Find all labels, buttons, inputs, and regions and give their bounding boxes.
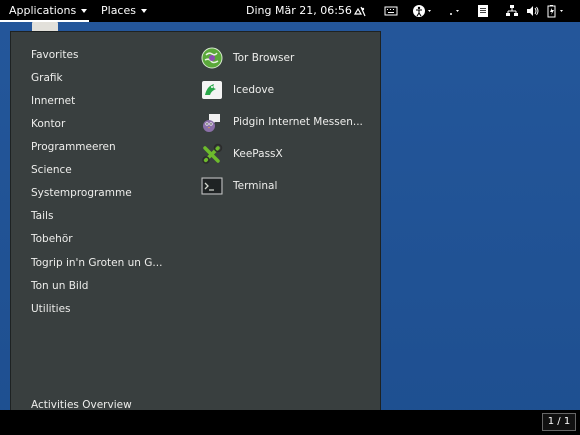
keyboard-icon[interactable] bbox=[384, 4, 398, 18]
app-terminal[interactable]: Terminal bbox=[201, 174, 277, 198]
network-icon[interactable] bbox=[505, 4, 519, 18]
tor-onion-icon[interactable] bbox=[353, 4, 367, 18]
applications-label: Applications bbox=[9, 4, 77, 17]
desktop-screen: Applications Places Ding Mär 21, 06:56 F… bbox=[0, 0, 580, 435]
battery-icon[interactable] bbox=[546, 4, 568, 18]
workspace-label: 1 / 1 bbox=[547, 416, 571, 427]
category-kontor[interactable]: Kontor bbox=[31, 118, 65, 130]
category-ton-un-bild[interactable]: Ton un Bild bbox=[31, 280, 88, 292]
category-utilities[interactable]: Utilities bbox=[31, 303, 71, 315]
keepassx-icon bbox=[201, 143, 223, 165]
app-label-pidgin: Pidgin Internet Messen... bbox=[233, 116, 363, 128]
app-label-tor-browser: Tor Browser bbox=[233, 52, 295, 64]
tor-browser-icon bbox=[201, 47, 223, 69]
category-tobehoer[interactable]: Tobehör bbox=[31, 233, 73, 245]
clock-label: Ding Mär 21, 06:56 bbox=[246, 4, 352, 17]
applications-menu-button[interactable]: Applications bbox=[0, 0, 89, 22]
app-tor-browser[interactable]: Tor Browser bbox=[201, 46, 294, 70]
app-label-keepassx: KeePassX bbox=[233, 148, 283, 160]
accessibility-icon[interactable] bbox=[412, 4, 434, 18]
app-pidgin[interactable]: Pidgin Internet Messen... bbox=[201, 110, 363, 134]
places-label: Places bbox=[101, 4, 136, 17]
clipboard-icon[interactable] bbox=[476, 4, 490, 18]
bottom-panel: 1 / 1 bbox=[0, 410, 580, 435]
category-grafik[interactable]: Grafik bbox=[31, 72, 63, 84]
input-method-icon[interactable] bbox=[448, 4, 464, 18]
places-menu-button[interactable]: Places bbox=[101, 0, 147, 22]
app-keepassx[interactable]: KeePassX bbox=[201, 142, 283, 166]
category-tails[interactable]: Tails bbox=[31, 210, 53, 222]
applications-caret-icon bbox=[81, 9, 88, 13]
places-caret-icon bbox=[140, 9, 147, 13]
applications-menu: Favorites Grafik Innernet Kontor Program… bbox=[10, 31, 381, 428]
category-science[interactable]: Science bbox=[31, 164, 72, 176]
app-label-terminal: Terminal bbox=[233, 180, 278, 192]
workspace-switcher[interactable]: 1 / 1 bbox=[542, 413, 576, 431]
pidgin-icon bbox=[201, 111, 223, 133]
icedove-icon bbox=[201, 79, 223, 101]
terminal-icon bbox=[201, 175, 223, 197]
category-favorites[interactable]: Favorites bbox=[31, 49, 78, 61]
volume-icon[interactable] bbox=[526, 4, 540, 18]
category-systemprogramme[interactable]: Systemprogramme bbox=[31, 187, 132, 199]
app-label-icedove: Icedove bbox=[233, 84, 275, 96]
clock[interactable]: Ding Mär 21, 06:56 bbox=[246, 0, 352, 22]
category-togrip[interactable]: Togrip in'n Groten un G... bbox=[31, 257, 162, 269]
top-panel: Applications Places Ding Mär 21, 06:56 bbox=[0, 0, 580, 22]
category-innernet[interactable]: Innernet bbox=[31, 95, 75, 107]
app-icedove[interactable]: Icedove bbox=[201, 78, 274, 102]
category-programmeeren[interactable]: Programmeeren bbox=[31, 141, 116, 153]
